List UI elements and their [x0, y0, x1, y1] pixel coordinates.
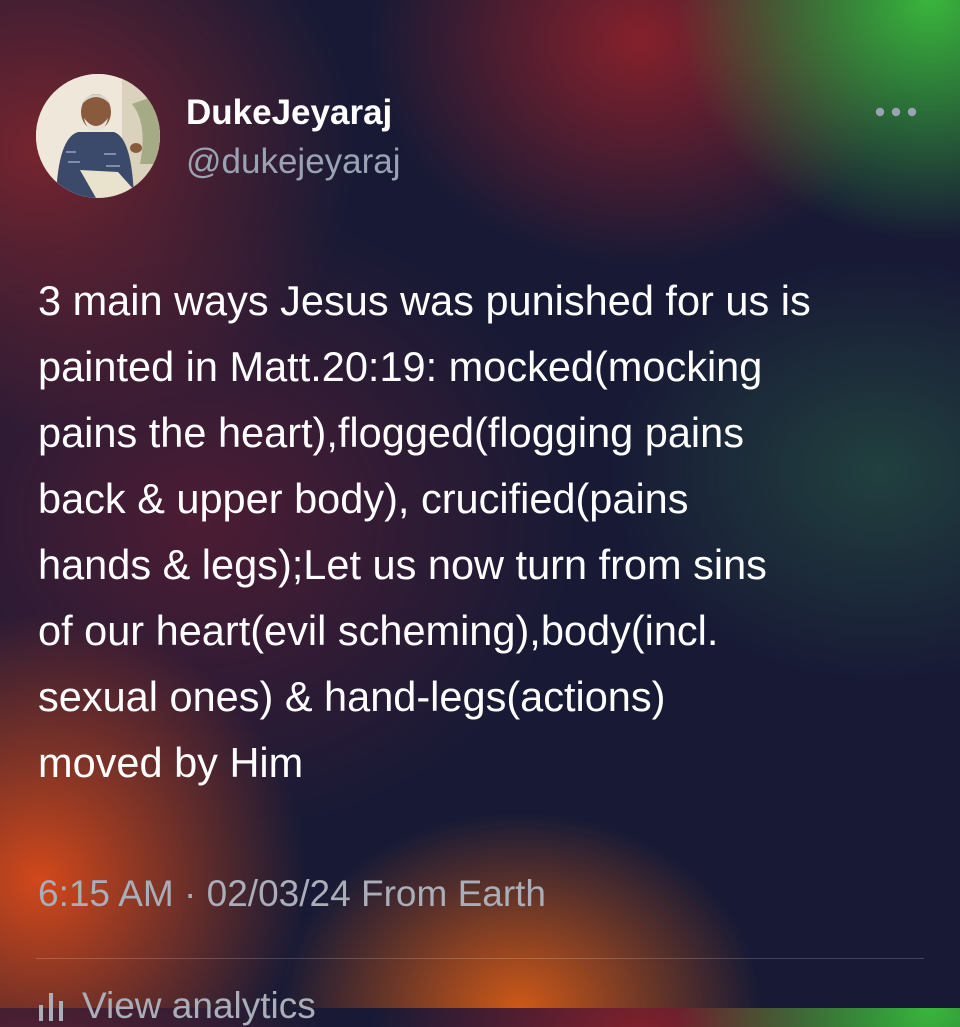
profile-photo: [36, 74, 160, 198]
tweet-date[interactable]: 02/03/24: [207, 873, 351, 914]
tweet-time[interactable]: 6:15 AM: [38, 873, 174, 914]
avatar[interactable]: [36, 74, 160, 198]
author-handle[interactable]: @dukejeyaraj: [186, 142, 401, 182]
tweet-source: From Earth: [360, 873, 547, 914]
tweet-text-line: moved by Him: [38, 739, 304, 786]
meta-separator: ·: [184, 873, 197, 914]
tweet-text-line: sexual ones) & hand-legs(actions): [38, 673, 666, 720]
divider: [36, 958, 924, 959]
view-analytics-button[interactable]: View analytics: [38, 985, 316, 1027]
tweet-text-line: of our heart(evil scheming),body(incl.: [38, 607, 719, 654]
tweet-text-line: pains the heart),flogged(flogging pains: [38, 409, 744, 456]
tweet-text-line: 3 main ways Jesus was punished for us is: [38, 277, 811, 324]
tweet-text-line: hands & legs);Let us now turn from sins: [38, 541, 767, 588]
more-options-button[interactable]: [868, 98, 924, 126]
tweet-text-line: back & upper body), crucified(pains: [38, 475, 689, 522]
author-display-name[interactable]: DukeJeyaraj: [186, 93, 392, 133]
tweet-text-line: painted in Matt.20:19: mocked(mocking: [38, 343, 763, 390]
tweet-text: 3 main ways Jesus was punished for us is…: [38, 268, 938, 796]
analytics-bar-icon: [39, 993, 63, 1021]
more-horizontal-icon: [875, 107, 917, 117]
view-analytics-label: View analytics: [82, 985, 316, 1026]
tweet-meta: 6:15 AM · 02/03/24 From Earth: [38, 873, 546, 915]
